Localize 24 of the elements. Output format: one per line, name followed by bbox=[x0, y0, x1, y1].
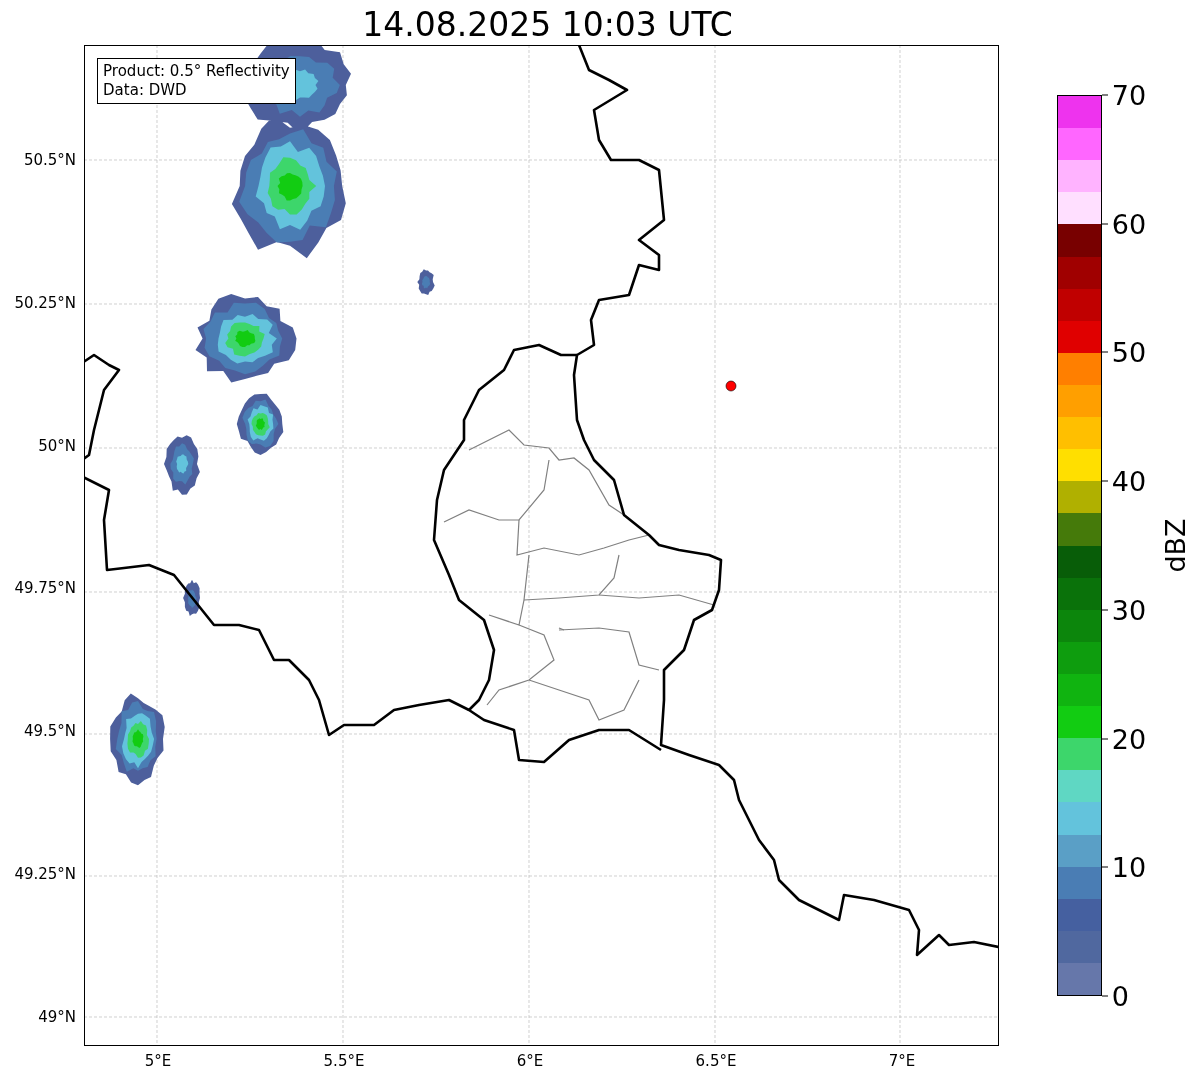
latitude-label: 49.75°N bbox=[14, 579, 77, 598]
scale-unit-label: dBZ bbox=[1159, 518, 1191, 573]
scale-tick-label: 30 bbox=[1111, 596, 1147, 624]
scale-tick-label: 50 bbox=[1111, 338, 1147, 366]
scale-tick-label: 40 bbox=[1111, 467, 1147, 495]
scale-tick-label: 0 bbox=[1111, 982, 1129, 1010]
legend-text: Product: 0.5° Reflectivity bbox=[103, 62, 290, 81]
scale-tick-label: 10 bbox=[1111, 853, 1147, 881]
longitude-label: 5°E bbox=[144, 1052, 172, 1070]
legend-text: Data: DWD bbox=[103, 81, 188, 100]
scale-tick-label: 20 bbox=[1111, 725, 1147, 753]
latitude-label: 50.25°N bbox=[14, 293, 77, 312]
scale-tick-label: 60 bbox=[1111, 210, 1147, 238]
latitude-label: 49.5°N bbox=[23, 722, 77, 741]
latitude-label: 49.25°N bbox=[14, 865, 77, 883]
longitude-label: 6.5°E bbox=[695, 1052, 737, 1070]
longitude-label: 6°E bbox=[516, 1052, 544, 1070]
latitude-label: 50.5°N bbox=[23, 151, 77, 169]
latitude-label: 49°N bbox=[38, 1007, 77, 1026]
longitude-label: 7°E bbox=[888, 1052, 916, 1070]
chart-title: 14.08.2025 10:03 UTC bbox=[361, 4, 734, 45]
longitude-label: 5.5°E bbox=[323, 1052, 365, 1070]
latitude-label: 50°N bbox=[38, 436, 77, 455]
scale-tick-label: 70 bbox=[1111, 81, 1147, 109]
